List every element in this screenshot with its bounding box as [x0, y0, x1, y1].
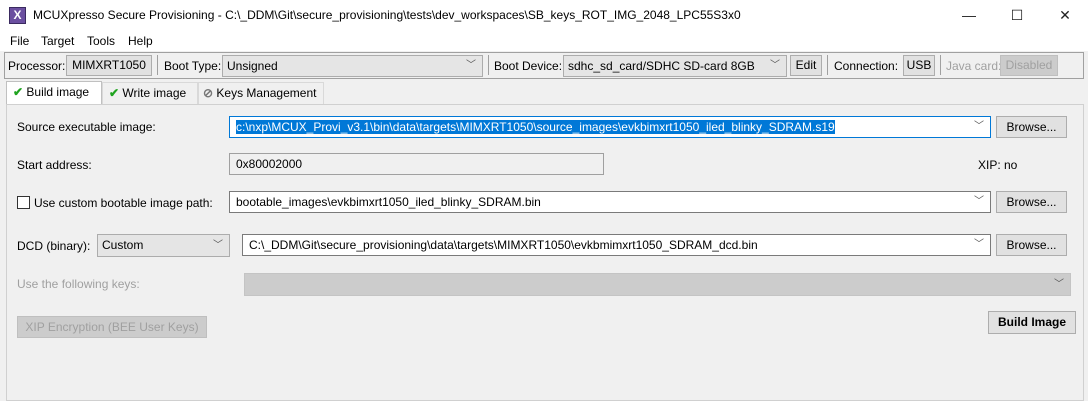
minimize-button[interactable]: — [946, 0, 992, 31]
menu-target[interactable]: Target [41, 34, 74, 48]
custom-path-value: bootable_images\evkbimxrt1050_iled_blink… [236, 195, 541, 209]
window-title: MCUXpresso Secure Provisioning - C:\_DDM… [33, 8, 741, 22]
chevron-down-icon: ﹀ [974, 121, 984, 132]
tab-label: Keys Management [216, 86, 317, 100]
dcd-path-value: C:\_DDM\Git\secure_provisioning\data\tar… [249, 238, 758, 252]
source-image-value: c:\nxp\MCUX_Provi_v3.1\bin\data\targets\… [236, 120, 835, 134]
xip-encryption-button: XIP Encryption (BEE User Keys) [17, 316, 207, 338]
tab-build-image[interactable]: ✔ Build image [6, 81, 102, 105]
menu-help[interactable]: Help [128, 34, 153, 48]
keys-label: Use the following keys: [17, 277, 140, 291]
start-address-field: 0x80002000 [229, 153, 604, 175]
dcd-label: DCD (binary): [17, 239, 91, 253]
chevron-down-icon: ﹀ [213, 240, 223, 251]
menu-tools[interactable]: Tools [87, 34, 115, 48]
separator [488, 55, 489, 75]
connection-button[interactable]: USB [903, 55, 935, 76]
chevron-down-icon: ﹀ [770, 60, 780, 71]
boot-type-label: Boot Type: [164, 59, 222, 73]
boot-device-select[interactable]: sdhc_sd_card/SDHC SD-card 8GB ﹀ [563, 55, 787, 77]
boot-type-select[interactable]: Unsigned ﹀ [222, 55, 483, 77]
check-icon: ✔ [109, 86, 120, 100]
source-image-combo[interactable]: c:\nxp\MCUX_Provi_v3.1\bin\data\targets\… [229, 116, 991, 138]
processor-button[interactable]: MIMXRT1050 [66, 55, 152, 76]
check-icon: ✔ [13, 85, 24, 99]
tab-label: Build image [26, 85, 90, 99]
tab-label: Write image [122, 86, 187, 100]
processor-label: Processor: [8, 59, 66, 73]
maximize-button[interactable]: ☐ [994, 0, 1040, 31]
boot-device-label: Boot Device: [494, 59, 563, 73]
edit-boot-device-button[interactable]: Edit [790, 55, 822, 76]
boot-device-value: sdhc_sd_card/SDHC SD-card 8GB [568, 59, 755, 73]
chevron-down-icon: ﹀ [974, 196, 984, 207]
boot-type-value: Unsigned [227, 59, 278, 73]
close-button[interactable]: ✕ [1042, 0, 1088, 31]
dcd-path-combo[interactable]: C:\_DDM\Git\secure_provisioning\data\tar… [242, 234, 991, 256]
chevron-down-icon: ﹀ [1054, 279, 1064, 290]
dcd-mode-value: Custom [102, 238, 144, 252]
chevron-down-icon: ﹀ [974, 239, 984, 250]
app-icon: X [9, 7, 26, 24]
custom-path-label[interactable]: Use custom bootable image path: [34, 196, 213, 210]
separator [940, 55, 941, 75]
dcd-mode-select[interactable]: Custom ﹀ [97, 234, 230, 257]
keys-select: ﹀ [244, 273, 1071, 296]
prohibited-icon: ⊘ [203, 86, 214, 100]
java-card-label: Java card: [946, 59, 1002, 73]
browse-dcd-button[interactable]: Browse... [996, 234, 1067, 256]
browse-custom-button[interactable]: Browse... [996, 191, 1067, 213]
separator [827, 55, 828, 75]
custom-path-combo[interactable]: bootable_images\evkbimxrt1050_iled_blink… [229, 191, 991, 213]
java-card-button: Disabled [1000, 55, 1058, 76]
build-image-button[interactable]: Build Image [988, 311, 1076, 334]
tab-write-image[interactable]: ✔ Write image [102, 82, 198, 105]
source-image-label: Source executable image: [17, 120, 156, 134]
menu-bar [0, 31, 1088, 51]
xip-status: XIP: no [978, 158, 1018, 172]
chevron-down-icon: ﹀ [466, 60, 476, 71]
browse-source-button[interactable]: Browse... [996, 116, 1067, 138]
connection-label: Connection: [834, 59, 899, 73]
tab-keys-management[interactable]: ⊘ Keys Management [198, 82, 324, 105]
menu-file[interactable]: File [10, 34, 29, 48]
start-address-label: Start address: [17, 158, 92, 172]
separator [157, 55, 158, 75]
custom-path-checkbox[interactable] [17, 196, 30, 209]
